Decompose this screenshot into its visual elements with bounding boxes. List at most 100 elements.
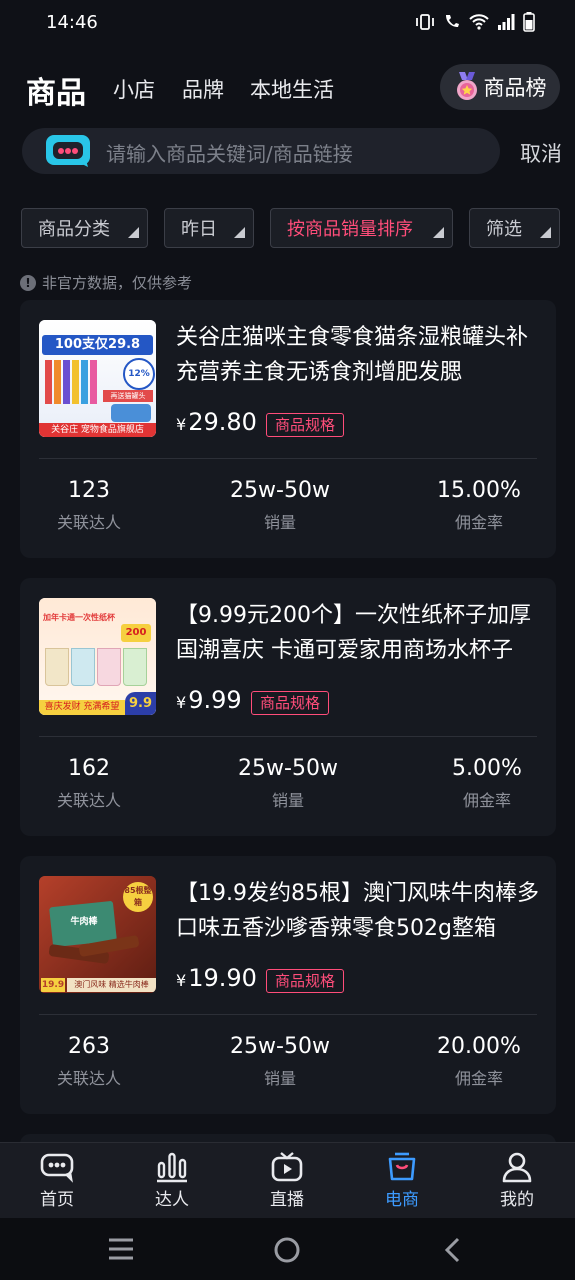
cancel-button[interactable]: 取消 xyxy=(520,138,562,168)
search-row: 请输入商品关键词/商品链接 取消 xyxy=(22,128,562,174)
thumb-badge: 200 xyxy=(121,624,151,642)
tab-ecommerce[interactable]: 电商 xyxy=(362,1151,442,1210)
tab-home[interactable]: 首页 xyxy=(17,1151,97,1210)
bottom-tab-bar: 首页 达人 直播 电商 我的 xyxy=(0,1142,575,1219)
tab-ecommerce-label: 电商 xyxy=(385,1190,419,1210)
product-price: ¥19.90 xyxy=(176,964,257,992)
stat-label: 关联达人 xyxy=(56,1069,121,1088)
product-card[interactable]: 100支仅29.8 12% 再送猫罐头 关谷庄 宠物食品旗舰店 关谷庄猫咪主食零… xyxy=(20,300,556,558)
status-time: 14:46 xyxy=(46,12,98,33)
thumb-badge: 12% xyxy=(123,358,155,390)
back-icon[interactable] xyxy=(440,1236,464,1264)
filter-category[interactable]: 商品分类 xyxy=(21,208,148,248)
divider xyxy=(39,458,537,459)
filter-more-label: 筛选 xyxy=(486,219,522,240)
stat-label: 关联达人 xyxy=(56,513,121,532)
filter-date[interactable]: 昨日 xyxy=(164,208,254,248)
tab-products[interactable]: 商品 xyxy=(26,68,86,112)
stat-label: 佣金率 xyxy=(462,791,511,810)
filter-date-label: 昨日 xyxy=(181,219,217,240)
thumb-headline: 牛肉棒 xyxy=(70,917,98,927)
thumb-headline: 加年卡通一次性纸杯 xyxy=(43,613,115,622)
stat-value: 263 xyxy=(68,1034,110,1059)
stat-value: 5.00% xyxy=(452,756,522,781)
stat-commission: 15.00% 佣金率 xyxy=(424,478,534,533)
product-rank-button[interactable]: 商品榜 xyxy=(440,64,560,110)
stat-label: 关联达人 xyxy=(56,791,121,810)
dropdown-triangle-icon xyxy=(433,227,444,238)
stat-sales: 25w-50w 销量 xyxy=(218,756,358,811)
product-price: ¥29.80 xyxy=(176,408,257,436)
stat-label: 佣金率 xyxy=(454,513,503,532)
product-image: 牛肉棒 85根整箱 19.9 澳门风味 精选牛肉棒 xyxy=(39,876,156,993)
divider xyxy=(39,736,537,737)
stat-label: 销量 xyxy=(271,791,304,810)
status-bar: 14:46 xyxy=(0,0,575,48)
tv-play-icon xyxy=(271,1152,303,1182)
tab-home-label: 首页 xyxy=(40,1190,74,1210)
filter-sort[interactable]: 按商品销量排序 xyxy=(270,208,453,248)
thumb-footer: 澳门风味 精选牛肉棒 xyxy=(67,978,156,992)
stat-value: 15.00% xyxy=(437,478,521,503)
shopping-bag-icon xyxy=(388,1152,416,1181)
data-notice: ! 非官方数据，仅供参考 xyxy=(20,272,192,293)
stat-value: 25w-50w xyxy=(230,478,330,503)
tab-shop[interactable]: 小店 xyxy=(113,74,155,104)
stat-value: 162 xyxy=(68,756,110,781)
dropdown-triangle-icon xyxy=(128,227,139,238)
signal-icon xyxy=(498,14,515,30)
stat-creators: 162 关联达人 xyxy=(39,756,139,811)
spec-button[interactable]: 商品规格 xyxy=(251,691,330,715)
tab-creators-label: 达人 xyxy=(155,1190,189,1210)
wifi-call-icon xyxy=(446,15,459,27)
filter-sort-label: 按商品销量排序 xyxy=(287,219,413,240)
price-value: 19.90 xyxy=(188,964,257,992)
tab-creators[interactable]: 达人 xyxy=(132,1151,212,1210)
product-price: ¥9.99 xyxy=(176,686,242,714)
price-value: 9.99 xyxy=(188,686,242,714)
tab-brand[interactable]: 品牌 xyxy=(182,74,224,104)
product-title[interactable]: 【9.99元200个】一次性纸杯子加厚国潮喜庆 卡通可爱家用商场水杯子 xyxy=(176,598,546,668)
product-card[interactable]: 加年卡通一次性纸杯 200 喜庆发财 充满希望 9.9 【9.99元200个】一… xyxy=(20,578,556,836)
tab-local-life[interactable]: 本地生活 xyxy=(250,74,334,104)
divider xyxy=(39,1014,537,1015)
notice-text: 非官方数据，仅供参考 xyxy=(42,274,193,292)
status-icons xyxy=(415,12,535,32)
vibrate-icon xyxy=(416,14,434,30)
home-chat-icon xyxy=(40,1153,74,1183)
tab-live-label: 直播 xyxy=(270,1190,304,1210)
filter-bar: 商品分类 昨日 按商品销量排序 筛选 xyxy=(0,208,575,252)
tab-mine[interactable]: 我的 xyxy=(477,1151,557,1210)
search-input[interactable]: 请输入商品关键词/商品链接 xyxy=(22,128,500,174)
product-card[interactable]: 牛肉棒 85根整箱 19.9 澳门风味 精选牛肉棒 【19.9发约85根】澳门风… xyxy=(20,856,556,1114)
filter-more[interactable]: 筛选 xyxy=(469,208,560,248)
user-icon xyxy=(502,1152,532,1183)
stat-sales: 25w-50w 销量 xyxy=(210,478,350,533)
home-button-icon[interactable] xyxy=(273,1236,301,1264)
thumb-headline: 100支仅29.8 xyxy=(42,335,153,355)
stat-label: 销量 xyxy=(263,1069,296,1088)
app-logo-icon xyxy=(46,135,90,167)
thumb-footer: 关谷庄 宠物食品旗舰店 xyxy=(39,423,156,437)
product-title[interactable]: 【19.9发约85根】澳门风味牛肉棒多口味五香沙嗲香辣零食502g整箱 xyxy=(176,876,546,946)
thumb-tag: 9.9 xyxy=(125,692,156,715)
thumb-tag: 再送猫罐头 xyxy=(103,390,153,402)
system-navigation-bar xyxy=(0,1218,575,1280)
stat-value: 123 xyxy=(68,478,110,503)
tab-live[interactable]: 直播 xyxy=(247,1151,327,1210)
stat-creators: 123 关联达人 xyxy=(39,478,139,533)
stat-label: 销量 xyxy=(263,513,296,532)
price-value: 29.80 xyxy=(188,408,257,436)
spec-button[interactable]: 商品规格 xyxy=(266,969,345,993)
filter-category-label: 商品分类 xyxy=(38,219,110,240)
recent-apps-icon[interactable] xyxy=(106,1236,136,1262)
product-title[interactable]: 关谷庄猫咪主食零食猫条湿粮罐头补充营养主食无诱食剂增肥发腮 xyxy=(176,320,546,390)
spec-button[interactable]: 商品规格 xyxy=(266,413,345,437)
thumb-footer: 喜庆发财 充满希望 xyxy=(39,700,125,715)
stat-value: 20.00% xyxy=(437,1034,521,1059)
thumb-badge: 85根整箱 xyxy=(123,882,153,912)
medal-icon xyxy=(456,72,477,100)
stat-value: 25w-50w xyxy=(230,1034,330,1059)
stat-sales: 25w-50w 销量 xyxy=(210,1034,350,1089)
stat-value: 25w-50w xyxy=(238,756,338,781)
